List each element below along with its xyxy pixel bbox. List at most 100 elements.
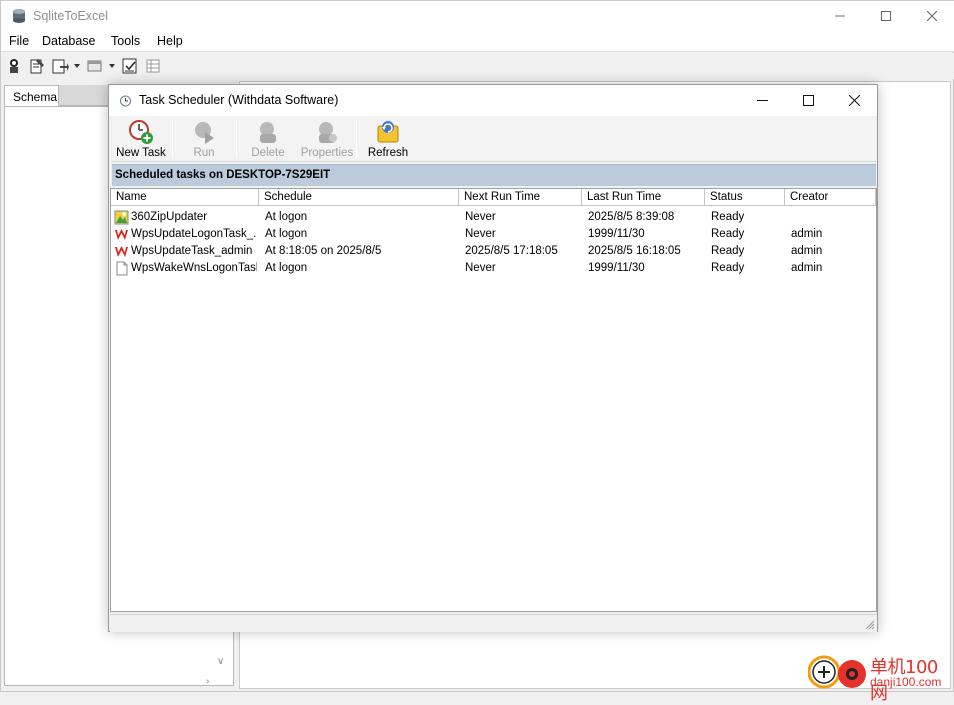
close-button[interactable]	[909, 1, 954, 31]
minimize-button[interactable]	[817, 1, 863, 31]
scroll-down-icon[interactable]: ∨	[217, 656, 224, 667]
dialog-toolbar: New Task Run Delete Properties Refresh	[112, 116, 876, 162]
dialog-titlebar: Task Scheduler (Withdata Software)	[109, 85, 877, 116]
close-icon	[848, 95, 860, 106]
new-task-icon	[129, 120, 153, 144]
connect-icon[interactable]	[5, 57, 23, 75]
column-header-last-run[interactable]: Last Run Time	[582, 189, 705, 206]
minimize-icon	[756, 100, 768, 101]
menubar: File Database Tools Help	[1, 31, 954, 52]
file-icon	[116, 261, 128, 276]
scroll-right-icon[interactable]: ›	[206, 676, 209, 687]
delete-button[interactable]: Delete	[242, 118, 294, 160]
new-task-label: New Task	[116, 147, 166, 159]
grid-icon[interactable]	[144, 57, 162, 75]
table-row[interactable]: WpsUpdateLogonTask_... At logon Never 19…	[111, 226, 876, 243]
column-header-status[interactable]: Status	[705, 189, 785, 206]
task-last-run: 1999/11/30	[588, 262, 645, 274]
menu-tools[interactable]: Tools	[111, 34, 140, 48]
resize-grip-icon[interactable]	[865, 620, 875, 630]
task-status: Ready	[711, 245, 745, 257]
dialog-maximize-button[interactable]	[785, 85, 831, 116]
schedule-icon[interactable]	[121, 57, 139, 75]
main-toolbar	[1, 53, 954, 79]
task-status: Ready	[711, 262, 745, 274]
export-dropdown-icon[interactable]	[74, 64, 80, 68]
window-icon[interactable]	[86, 57, 104, 75]
table-row[interactable]: 360ZipUpdater At logon Never 2025/8/5 8:…	[111, 209, 876, 226]
update-icon	[114, 210, 129, 225]
app-title: SqliteToExcel	[33, 9, 109, 23]
properties-icon	[319, 122, 337, 143]
task-last-run: 1999/11/30	[588, 228, 645, 240]
task-name: WpsWakeWnsLogonTask	[131, 262, 257, 274]
properties-button[interactable]: Properties	[296, 118, 358, 160]
refresh-label: Refresh	[367, 147, 409, 159]
maximize-icon	[881, 11, 891, 21]
properties-label: Properties	[300, 147, 354, 159]
task-status: Ready	[711, 211, 745, 223]
task-name: 360ZipUpdater	[131, 211, 208, 223]
watermark-logo-icon	[808, 655, 866, 689]
toolbar-separator	[236, 120, 237, 158]
window-dropdown-icon[interactable]	[109, 64, 115, 68]
task-schedule: At logon	[265, 262, 308, 274]
toolbar-separator	[172, 120, 173, 158]
minimize-icon	[835, 15, 845, 17]
task-next-run: Never	[465, 211, 496, 223]
maximize-icon	[802, 95, 814, 106]
refresh-icon	[377, 121, 399, 143]
run-button[interactable]: Run	[178, 118, 230, 160]
task-schedule: At logon	[265, 211, 308, 223]
wps-icon	[115, 229, 128, 240]
refresh-button[interactable]: Refresh	[362, 118, 414, 160]
menu-database[interactable]: Database	[42, 34, 96, 48]
menu-help[interactable]: Help	[157, 34, 183, 48]
app-database-icon	[13, 9, 25, 23]
task-name: WpsUpdateLogonTask_...	[131, 228, 257, 240]
dialog-title: Task Scheduler (Withdata Software)	[139, 93, 339, 107]
task-next-run: Never	[465, 228, 496, 240]
close-icon	[927, 11, 937, 21]
column-header-creator[interactable]: Creator	[785, 189, 876, 206]
column-header-schedule[interactable]: Schedule	[259, 189, 459, 206]
task-next-run: 2025/8/5 17:18:05	[465, 245, 558, 257]
task-scheduler-dialog: Task Scheduler (Withdata Software) New T…	[108, 84, 878, 632]
edit-doc-icon[interactable]	[28, 57, 46, 75]
tasks-list[interactable]: Name Schedule Next Run Time Last Run Tim…	[110, 188, 877, 612]
maximize-button[interactable]	[863, 1, 909, 31]
task-next-run: Never	[465, 262, 496, 274]
table-row[interactable]: WpsWakeWnsLogonTask At logon Never 1999/…	[111, 260, 876, 277]
scheduled-tasks-banner: Scheduled tasks on DESKTOP-7S29EIT	[112, 164, 876, 186]
export-icon[interactable]	[51, 57, 69, 75]
wps-icon	[115, 246, 128, 257]
task-last-run: 2025/8/5 8:39:08	[588, 211, 675, 223]
task-schedule: At 8:18:05 on 2025/8/5	[265, 245, 382, 257]
banner-title: Scheduled tasks on DESKTOP-7S29EIT	[115, 169, 331, 181]
new-task-button[interactable]: New Task	[115, 118, 167, 160]
scheduler-icon	[120, 95, 131, 107]
table-row[interactable]: WpsUpdateTask_admin At 8:18:05 on 2025/8…	[111, 243, 876, 260]
tab-schema[interactable]: Schema	[4, 85, 59, 106]
dialog-minimize-button[interactable]	[739, 85, 785, 116]
dialog-statusbar	[110, 614, 877, 632]
menu-file[interactable]: File	[9, 34, 29, 48]
site-watermark: 单机100网 danji100.com	[808, 652, 954, 704]
delete-icon	[260, 122, 276, 143]
task-last-run: 2025/8/5 16:18:05	[588, 245, 681, 257]
run-icon	[195, 122, 214, 144]
task-name: WpsUpdateTask_admin	[131, 245, 253, 257]
column-header-next-run[interactable]: Next Run Time	[459, 189, 582, 206]
watermark-url: danji100.com	[870, 675, 942, 689]
app-titlebar: SqliteToExcel	[1, 1, 954, 31]
delete-label: Delete	[251, 147, 285, 159]
toolbar-separator	[356, 120, 357, 158]
task-creator: admin	[791, 228, 823, 240]
run-label: Run	[193, 147, 215, 159]
task-creator: admin	[791, 262, 823, 274]
task-creator: admin	[791, 245, 823, 257]
column-header-name[interactable]: Name	[111, 189, 259, 206]
dialog-close-button[interactable]	[831, 85, 877, 116]
task-schedule: At logon	[265, 228, 308, 240]
task-status: Ready	[711, 228, 745, 240]
